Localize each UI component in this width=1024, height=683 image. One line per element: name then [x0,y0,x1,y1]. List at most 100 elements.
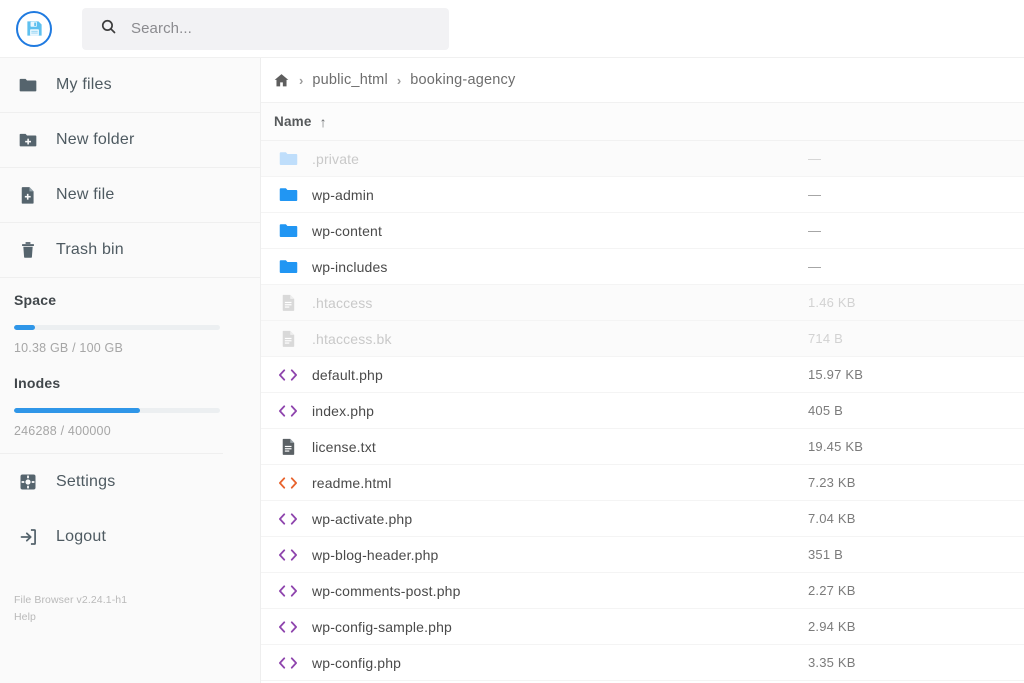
sidebar-item-label: New folder [56,131,135,148]
table-row[interactable]: license.txt 19.45 KB [261,429,1024,465]
table-row[interactable]: wp-comments-post.php 2.27 KB [261,573,1024,609]
file-size: 351 B [808,547,843,562]
inodes-meter-track [14,408,220,413]
inodes-meter-text: 246288 / 400000 [14,424,111,438]
main-panel: › public_html › booking-agency Name ↑ Si… [261,58,1024,683]
table-row[interactable]: wp-activate.php 7.04 KB [261,501,1024,537]
code-icon [273,618,303,636]
table-row[interactable]: .private — [261,141,1024,177]
file-size: 3.35 KB [808,655,856,670]
file-size: 15.97 KB [808,367,864,382]
table-row[interactable]: wp-admin — [261,177,1024,213]
file-name: license.txt [312,438,376,455]
sidebar-item-new-file[interactable]: New file [0,168,260,223]
file-name: wp-admin [312,186,374,203]
table-row[interactable]: readme.html 7.23 KB [261,465,1024,501]
file-size: — [808,151,822,166]
code-icon [273,402,303,420]
search-input[interactable] [131,20,431,37]
table-row[interactable]: wp-blog-header.php 351 B [261,537,1024,573]
file-size: 714 B [808,331,843,346]
file-name: .private [312,150,360,167]
help-link[interactable]: Help [14,609,260,626]
table-row[interactable]: index.php 405 B [261,393,1024,429]
table-row[interactable]: wp-content — [261,213,1024,249]
file-name: index.php [312,402,375,419]
breadcrumb-item-booking-agency[interactable]: booking-agency [410,72,515,88]
breadcrumb-separator: › [396,72,402,88]
code-icon [273,654,303,672]
home-icon[interactable] [273,72,290,89]
file-name: wp-content [312,222,382,239]
floppy-disk-icon [25,19,44,38]
table-row[interactable]: wp-config.php 3.35 KB [261,645,1024,681]
table-row[interactable]: wp-includes — [261,249,1024,285]
sidebar-footer: File Browser v2.24.1-h1 Help [0,564,260,626]
file-name: wp-config-sample.php [312,618,452,635]
table-header: Name ↑ Size [261,103,1024,141]
breadcrumb: › public_html › booking-agency [261,58,1024,103]
file-plus-icon [18,185,44,205]
gear-icon [18,472,44,492]
sidebar-item-label: Trash bin [56,241,124,258]
document-icon [273,293,303,312]
code-icon [273,582,303,600]
file-name: wp-activate.php [312,510,413,527]
file-size: 7.23 KB [808,475,856,490]
sidebar-item-logout[interactable]: Logout [0,509,260,564]
app-logo-button[interactable] [16,10,52,47]
column-header-name[interactable]: Name ↑ [274,114,327,130]
space-meter-fill [14,325,35,330]
file-list: .private — wp-admin — wp-content — wp-includes… [261,141,1024,681]
file-size: 2.94 KB [808,619,856,634]
file-size: 405 B [808,403,843,418]
table-row[interactable]: wp-config-sample.php 2.94 KB [261,609,1024,645]
code-icon [273,474,303,492]
column-header-name-label: Name [274,114,312,129]
folder-plus-icon [18,130,44,150]
top-bar [0,0,1024,58]
folder-icon [18,75,44,95]
sidebar-item-settings[interactable]: Settings [0,454,260,509]
app-version-label: File Browser v2.24.1-h1 [14,594,128,606]
folder-icon [273,256,303,277]
sidebar-item-trash-bin[interactable]: Trash bin [0,223,260,278]
file-size: — [808,259,822,274]
file-name: .htaccess [312,294,373,311]
inodes-meter-fill [14,408,140,413]
code-icon [273,510,303,528]
file-size: 1.46 KB [808,295,856,310]
folder-icon [273,184,303,205]
file-name: wp-blog-header.php [312,546,439,563]
space-meter-track [14,325,220,330]
file-size: 2.27 KB [808,583,856,598]
table-row[interactable]: .htaccess.bk 714 B [261,321,1024,357]
sidebar-item-label: Logout [56,527,107,545]
sort-ascending-icon: ↑ [319,113,327,130]
document-icon [273,437,303,456]
code-icon [273,546,303,564]
sidebar-item-new-folder[interactable]: New folder [0,113,260,168]
table-row[interactable]: default.php 15.97 KB [261,357,1024,393]
sidebar-item-my-files[interactable]: My files [0,58,260,113]
table-row[interactable]: .htaccess 1.46 KB [261,285,1024,321]
file-size: — [808,187,822,202]
file-name: .htaccess.bk [312,330,392,347]
sidebar-item-label: New file [56,186,115,203]
folder-icon [273,220,303,241]
space-meter: Space 10.38 GB / 100 GB [0,278,260,361]
sidebar-item-label: My files [56,76,112,93]
file-name: wp-config.php [312,654,402,671]
search-box[interactable] [82,7,449,50]
document-icon [273,329,303,348]
file-name: wp-comments-post.php [312,582,461,599]
file-size: 19.45 KB [808,439,864,454]
search-icon [100,18,117,40]
breadcrumb-item-public-html[interactable]: public_html [312,72,388,88]
sidebar: My files New folder New file Trash bin S… [0,58,261,683]
file-name: wp-includes [312,258,388,275]
file-name: readme.html [312,474,392,491]
space-meter-title: Space [14,292,57,308]
sidebar-item-label: Settings [56,472,116,490]
inodes-meter: Inodes 246288 / 400000 [0,361,260,444]
